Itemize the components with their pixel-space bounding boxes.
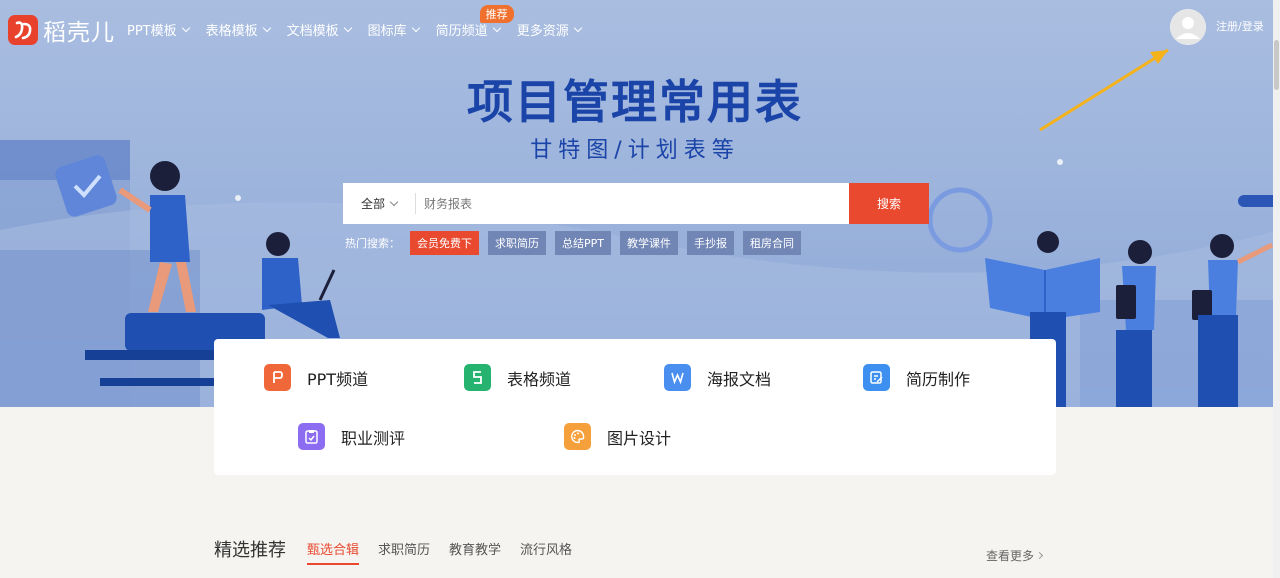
- tab-curated-collection[interactable]: 甄选合辑: [307, 539, 360, 565]
- chevron-down-icon: [492, 23, 501, 32]
- chevron-down-icon: [262, 23, 271, 32]
- tab-trending-style[interactable]: 流行风格: [520, 539, 572, 558]
- hero-title: 项目管理常用表: [467, 75, 803, 129]
- recommend-title: 精选推荐: [214, 540, 286, 561]
- channel-ppt[interactable]: PPT频道: [264, 364, 368, 391]
- login-link[interactable]: 注册/登录: [1216, 18, 1264, 34]
- search-bar: 全部 搜索: [343, 183, 929, 224]
- brand-logo[interactable]: 稻壳儿: [8, 13, 115, 47]
- nav-item-ppt-templates[interactable]: PPT模板: [127, 20, 190, 39]
- user-avatar[interactable]: [1170, 9, 1206, 45]
- search-category-select[interactable]: 全部: [343, 183, 415, 224]
- user-icon: [1170, 9, 1206, 45]
- chevron-down-icon: [411, 23, 420, 32]
- top-navbar: 稻壳儿 PPT模板 表格模板 文档模板 图标库 推荐 简历频道 更多资源 注册/…: [0, 0, 1280, 58]
- nav-item-more-resources[interactable]: 更多资源: [517, 20, 582, 39]
- nav-item-icon-library[interactable]: 图标库: [368, 20, 420, 39]
- clipboard-icon: [298, 423, 325, 450]
- channel-career-test[interactable]: 职业测评: [298, 423, 405, 450]
- chevron-right-icon: [1035, 551, 1044, 560]
- brand-name: 稻壳儿: [43, 20, 115, 46]
- sheet-icon: [464, 364, 491, 391]
- recommend-badge: 推荐: [479, 5, 514, 23]
- nav-item-doc-templates[interactable]: 文档模板: [287, 20, 352, 39]
- hot-searches: 热门搜索： 会员免费下 求职简历 总结PPT 教学课件 手抄报 租房合同: [345, 231, 810, 255]
- channel-poster-doc[interactable]: 海报文档: [664, 364, 771, 391]
- logo-icon: [8, 15, 38, 45]
- tab-education[interactable]: 教育教学: [449, 539, 501, 558]
- chevron-down-icon: [181, 23, 190, 32]
- hot-tag[interactable]: 教学课件: [620, 231, 678, 255]
- search-button[interactable]: 搜索: [849, 183, 929, 224]
- hot-tag[interactable]: 租房合同: [743, 231, 801, 255]
- hot-search-label: 热门搜索：: [345, 237, 400, 250]
- channel-sheet[interactable]: 表格频道: [464, 364, 571, 391]
- chevron-down-icon: [343, 23, 352, 32]
- chevron-down-icon: [389, 197, 399, 206]
- chevron-down-icon: [573, 23, 582, 32]
- channels-card: PPT频道 表格频道 海报文档 简历制作 职业测评 图片设计: [214, 339, 1056, 475]
- ppt-icon: [264, 364, 291, 391]
- nav-item-sheet-templates[interactable]: 表格模板: [206, 20, 271, 39]
- hot-tag[interactable]: 总结PPT: [555, 231, 611, 255]
- search-input[interactable]: [416, 183, 849, 224]
- hero-subtitle: 甘特图/计划表等: [530, 138, 740, 163]
- hot-tag[interactable]: 手抄报: [687, 231, 734, 255]
- recommend-tabs: 甄选合辑 求职简历 教育教学 流行风格: [307, 539, 591, 565]
- scrollbar-thumb[interactable]: [1274, 40, 1279, 90]
- nav-item-resume-channel[interactable]: 推荐 简历频道: [436, 5, 514, 39]
- channel-image-design[interactable]: 图片设计: [564, 423, 671, 450]
- hot-tag[interactable]: 求职简历: [488, 231, 546, 255]
- channel-resume[interactable]: 简历制作: [863, 364, 970, 391]
- word-icon: [664, 364, 691, 391]
- tab-job-resume[interactable]: 求职简历: [378, 539, 430, 558]
- nav-menu: PPT模板 表格模板 文档模板 图标库 推荐 简历频道 更多资源: [127, 5, 598, 39]
- hot-tag[interactable]: 会员免费下: [410, 231, 479, 255]
- palette-icon: [564, 423, 591, 450]
- view-more-link[interactable]: 查看更多: [986, 547, 1044, 564]
- resume-icon: [863, 364, 890, 391]
